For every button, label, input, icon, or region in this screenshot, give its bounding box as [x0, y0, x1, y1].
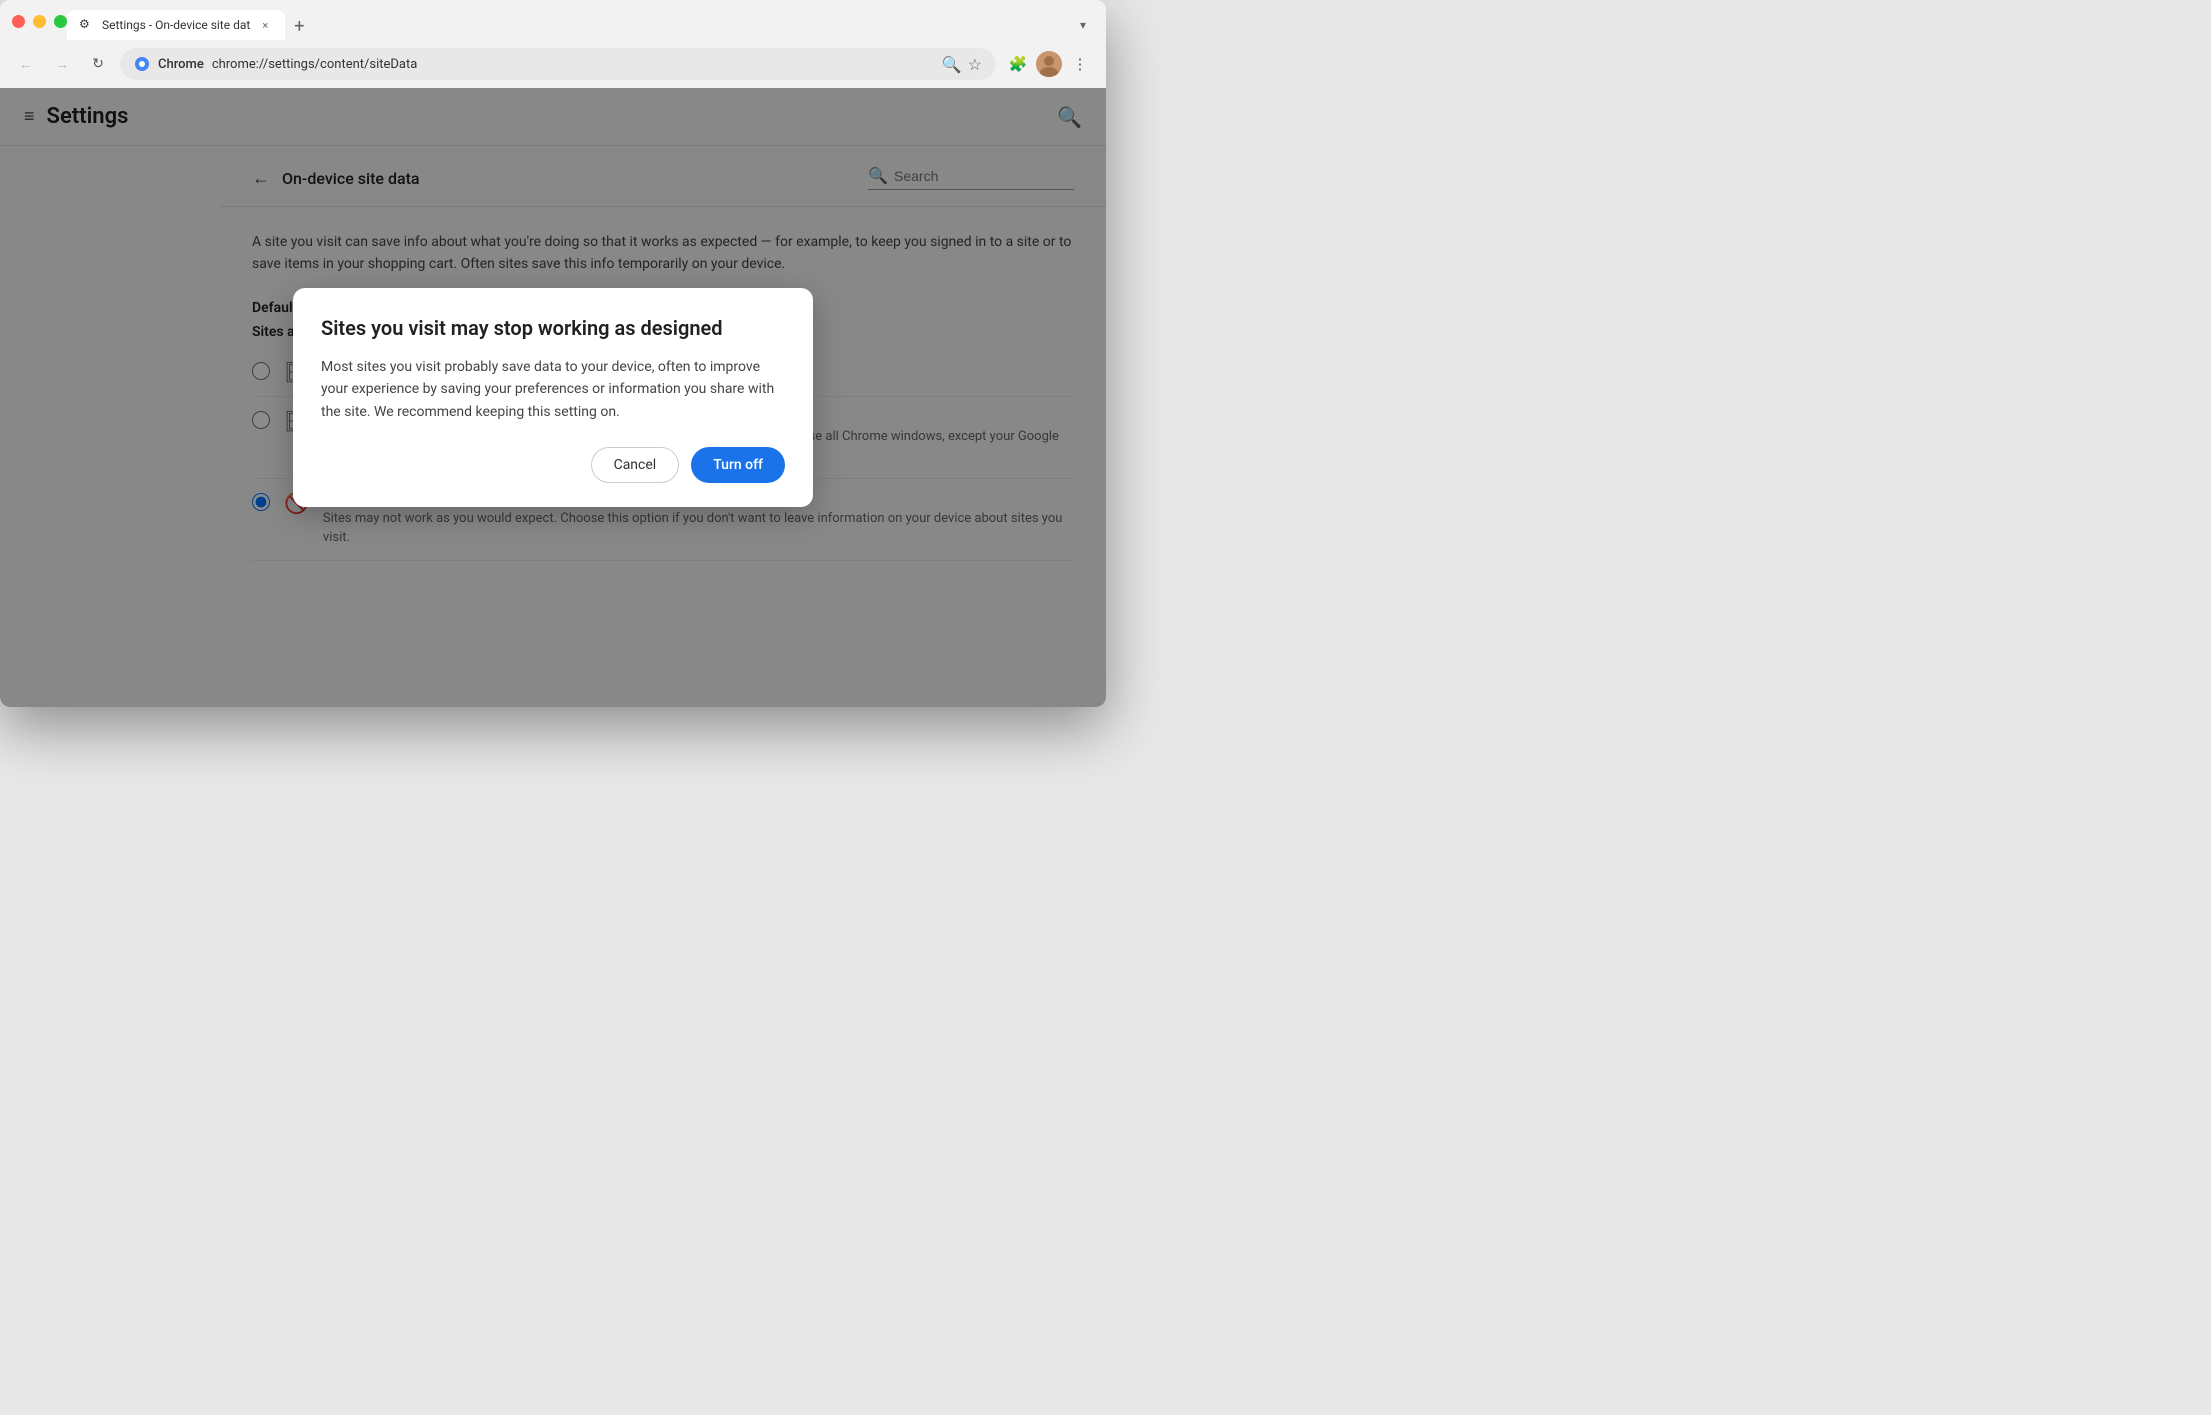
- toolbar-right: 🧩 ⋮: [1004, 50, 1094, 78]
- bookmark-icon[interactable]: ☆: [968, 55, 982, 74]
- forward-button[interactable]: →: [48, 50, 76, 78]
- extensions-button[interactable]: 🧩: [1004, 50, 1032, 78]
- maximize-button[interactable]: [54, 15, 67, 28]
- browser-window: ⚙ Settings - On-device site dat × + ▾ ← …: [0, 0, 1106, 707]
- tab-title: Settings - On-device site dat: [102, 18, 250, 32]
- toolbar: ← → ↻ Chrome chrome://settings/content/s…: [0, 40, 1106, 88]
- settings-page: ≡ Settings 🔍 ← On-device site data 🔍: [0, 88, 1106, 707]
- dialog-body: Most sites you visit probably save data …: [321, 356, 785, 423]
- title-bar: ⚙ Settings - On-device site dat × + ▾: [0, 0, 1106, 40]
- tab-close-button[interactable]: ×: [257, 17, 273, 33]
- refresh-button[interactable]: ↻: [84, 50, 112, 78]
- zoom-icon[interactable]: 🔍: [942, 55, 962, 74]
- tab-favicon-icon: ⚙: [79, 17, 95, 33]
- close-button[interactable]: [12, 15, 25, 28]
- turn-off-button[interactable]: Turn off: [691, 447, 785, 483]
- chrome-menu-button[interactable]: ⋮: [1066, 50, 1094, 78]
- window-menu-button[interactable]: ▾: [1072, 14, 1094, 36]
- dialog-actions: Cancel Turn off: [321, 447, 785, 483]
- profile-avatar[interactable]: [1036, 51, 1062, 77]
- new-tab-button[interactable]: +: [285, 12, 313, 40]
- address-url: chrome://settings/content/siteData: [212, 57, 934, 72]
- traffic-lights: [12, 15, 67, 28]
- address-bar[interactable]: Chrome chrome://settings/content/siteDat…: [120, 48, 996, 80]
- minimize-button[interactable]: [33, 15, 46, 28]
- site-favicon-icon: [134, 56, 150, 72]
- confirmation-dialog: Sites you visit may stop working as desi…: [293, 288, 813, 507]
- dialog-title: Sites you visit may stop working as desi…: [321, 316, 785, 340]
- modal-overlay: Sites you visit may stop working as desi…: [0, 88, 1106, 707]
- back-button[interactable]: ←: [12, 50, 40, 78]
- tabs-row: ⚙ Settings - On-device site dat × +: [67, 10, 313, 40]
- address-actions: 🔍 ☆: [942, 55, 982, 74]
- active-tab[interactable]: ⚙ Settings - On-device site dat ×: [67, 10, 285, 40]
- cancel-button[interactable]: Cancel: [591, 447, 680, 483]
- chrome-label: Chrome: [158, 57, 204, 72]
